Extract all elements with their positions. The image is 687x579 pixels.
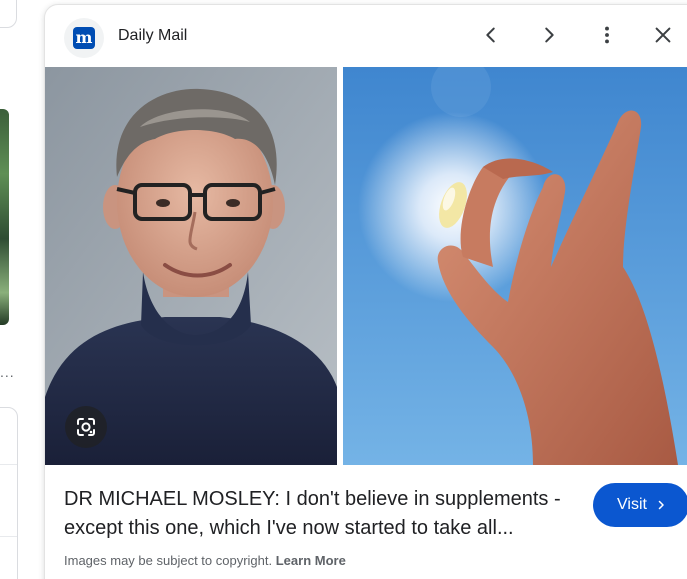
previous-button[interactable]: [475, 19, 507, 51]
image-preview-panel: m Daily Mail DR MICHAEL MOSLEY: I don't …: [44, 4, 687, 579]
background-result-card-lower[interactable]: [0, 407, 18, 579]
visit-button-label: Visit: [617, 496, 647, 513]
daily-mail-logo-icon: m: [73, 27, 95, 49]
background-result-card[interactable]: [0, 0, 17, 28]
result-title[interactable]: DR MICHAEL MOSLEY: I don't believe in su…: [64, 485, 584, 543]
google-lens-icon: [77, 418, 95, 436]
source-favicon[interactable]: m: [64, 18, 104, 58]
copyright-text: Images may be subject to copyright.: [64, 553, 273, 568]
preview-images[interactable]: [45, 67, 687, 465]
background-ellipsis: ...: [0, 364, 15, 380]
close-button[interactable]: [647, 19, 679, 51]
more-options-button[interactable]: [591, 19, 623, 51]
divider: [0, 536, 17, 537]
more-vert-icon: [605, 26, 609, 44]
divider: [0, 464, 17, 465]
visit-button[interactable]: Visit: [593, 483, 687, 527]
learn-more-link[interactable]: Learn More: [276, 553, 346, 568]
capsule-sky-image[interactable]: [343, 67, 687, 465]
close-icon: [655, 27, 671, 43]
chevron-right-icon: [545, 27, 554, 43]
portrait-image[interactable]: [45, 67, 337, 465]
background-result-thumbnail[interactable]: [0, 109, 9, 325]
source-name[interactable]: Daily Mail: [118, 27, 187, 45]
favicon-letter: m: [76, 30, 93, 46]
panel-header: m Daily Mail: [45, 5, 687, 67]
image-viewer-screen: ... m Daily Mail DR MICHAEL MOSLEY: I do…: [0, 0, 687, 579]
copyright-notice: Images may be subject to copyright. Lear…: [64, 553, 346, 568]
next-button[interactable]: [533, 19, 565, 51]
chevron-left-icon: [486, 27, 495, 43]
chevron-right-icon: [655, 499, 667, 511]
google-lens-button[interactable]: [65, 406, 107, 448]
